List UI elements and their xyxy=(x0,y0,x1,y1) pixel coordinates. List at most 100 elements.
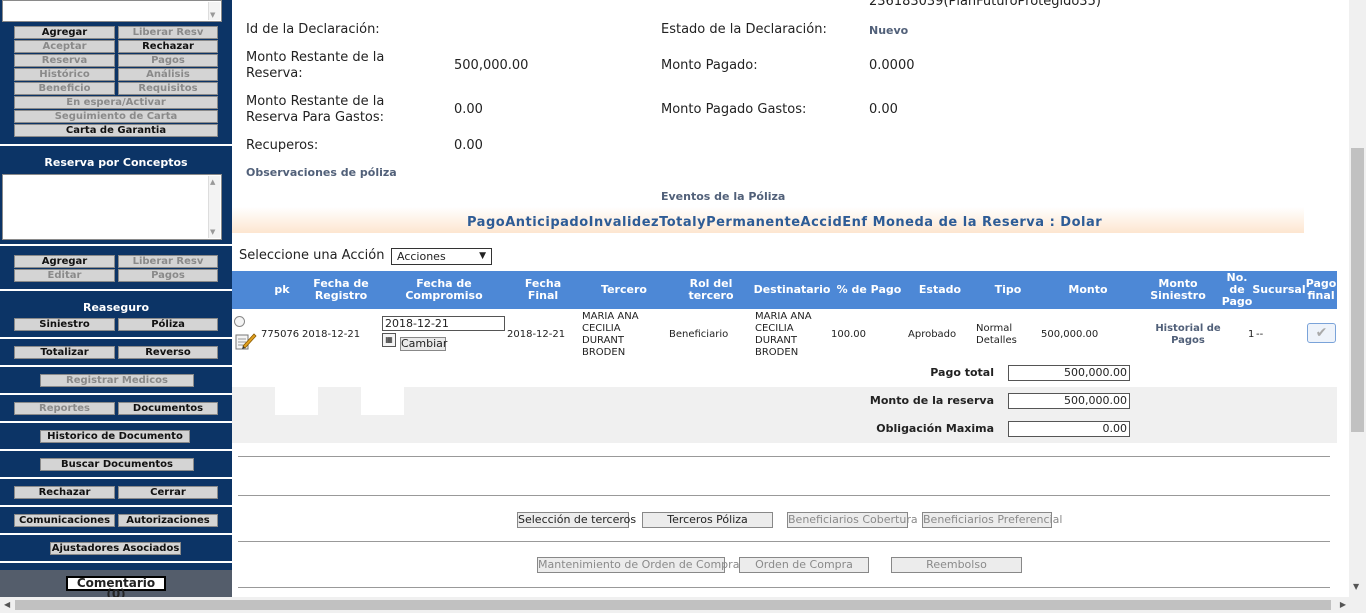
divider xyxy=(238,456,1330,457)
monto-reserva-input[interactable]: 500,000.00 xyxy=(1008,393,1130,409)
scroll-down-icon[interactable]: ▼ xyxy=(210,11,215,19)
reserva-editar-button[interactable]: Editar xyxy=(14,269,115,282)
pago-total-input[interactable]: 500,000.00 xyxy=(1008,365,1130,381)
reserva-agregar-button[interactable]: Agregar xyxy=(14,255,115,268)
row-gap xyxy=(275,387,318,415)
autorizaciones-button[interactable]: Autorizaciones xyxy=(118,514,218,527)
scroll-up-icon[interactable]: ▲ xyxy=(210,178,215,186)
estado-declaracion-label: Estado de la Declaración: xyxy=(661,22,827,37)
th-rol-tercero: Rol del tercero xyxy=(688,277,734,302)
beneficiarios-cobertura-button[interactable]: Beneficiarios Cobertura xyxy=(787,512,918,528)
divider xyxy=(238,541,1330,542)
seguimiento-carta-button[interactable]: Seguimiento de Carta xyxy=(14,110,218,123)
reserva-button[interactable]: Reserva xyxy=(14,54,115,67)
mantenimiento-orden-compra-button[interactable]: Mantenimiento de Orden de Compra xyxy=(537,557,739,573)
en-espera-button[interactable]: En espera/Activar xyxy=(14,96,218,109)
analisis-button[interactable]: Análisis xyxy=(118,68,218,81)
documentos-button[interactable]: Documentos xyxy=(118,402,218,415)
aceptar-button[interactable]: Aceptar xyxy=(14,40,115,53)
cell-estado: Aprobado xyxy=(908,329,957,340)
reserva-pagos-button[interactable]: Pagos xyxy=(118,269,218,282)
totals-row-bg xyxy=(232,415,1337,443)
cambiar-button[interactable]: Cambiar xyxy=(400,337,447,351)
reserva-liberar-button[interactable]: Liberar Resv xyxy=(118,255,218,268)
fecha-compromiso-input[interactable]: 2018-12-21 xyxy=(382,316,505,331)
pago-final-check-button[interactable]: ✔ xyxy=(1307,323,1336,343)
sidebar-divider xyxy=(0,421,232,423)
beneficiarios-preferencial-button[interactable]: Beneficiarios Preferencial xyxy=(922,512,1062,528)
scroll-left-icon[interactable]: ◀ xyxy=(4,600,10,609)
reportes-button[interactable]: Reportes xyxy=(14,402,115,415)
totalizar-button[interactable]: Totalizar xyxy=(14,346,115,359)
carta-garantia-button[interactable]: Carta de Garantia xyxy=(14,124,218,137)
ajustadores-asociados-button[interactable]: Ajustadores Asociados xyxy=(50,542,181,555)
sidebar-divider xyxy=(0,477,232,479)
scroll-down-icon[interactable]: ▼ xyxy=(210,228,215,236)
obligacion-maxima-input[interactable]: 0.00 xyxy=(1008,421,1130,437)
seleccion-terceros-button[interactable]: Selección de terceros xyxy=(517,512,636,528)
historico-button[interactable]: Histórico xyxy=(14,68,115,81)
row-select-radio[interactable] xyxy=(234,316,245,327)
th-monto: Monto xyxy=(1068,283,1108,296)
th-tipo: Tipo xyxy=(994,283,1022,296)
liberar-resv-button[interactable]: Liberar Resv xyxy=(118,26,218,39)
monto-pagado-gastos-label: Monto Pagado Gastos: xyxy=(661,102,807,117)
edit-icon[interactable] xyxy=(235,331,257,351)
th-fecha-compromiso: Fecha de Compromiso xyxy=(405,277,483,302)
monto-pagado-label: Monto Pagado: xyxy=(661,58,758,73)
orden-compra-button[interactable]: Orden de Compra xyxy=(739,557,869,573)
reserva-conceptos-title: Reserva por Conceptos xyxy=(44,156,188,169)
cell-fecha-registro: 2018-12-21 xyxy=(302,329,361,340)
monto-pagado-gastos-value: 0.00 xyxy=(869,102,898,117)
rechazar-button[interactable]: Rechazar xyxy=(118,40,218,53)
terceros-poliza-button[interactable]: Terceros Póliza xyxy=(642,512,773,528)
reserva-conceptos-textarea[interactable]: ▲ ▼ xyxy=(2,174,222,240)
cell-tipo: Normal xyxy=(976,323,1013,334)
scroll-down-icon[interactable]: ▼ xyxy=(1353,582,1359,591)
policy-number-text: 236183039(PlanFuturoProtegido35) xyxy=(869,0,1101,9)
siniestro-button[interactable]: Siniestro xyxy=(14,318,115,331)
registrar-medicos-button[interactable]: Registrar Medicos xyxy=(40,374,194,387)
beneficio-button[interactable]: Beneficio xyxy=(14,82,115,95)
vertical-scroll-thumb[interactable] xyxy=(1351,148,1364,432)
sidebar: ▼ Agregar Liberar Resv Aceptar Rechazar … xyxy=(0,0,232,597)
requisitos-button[interactable]: Requisitos xyxy=(118,82,218,95)
buscar-documentos-button[interactable]: Buscar Documentos xyxy=(40,458,194,471)
sidebar-divider xyxy=(0,449,232,451)
monto-restante-gastos-value: 0.00 xyxy=(454,102,483,117)
accion-label: Seleccione una Acción xyxy=(239,248,385,263)
observaciones-label: Observaciones de póliza xyxy=(246,166,397,179)
eventos-label: Eventos de la Póliza xyxy=(661,190,786,203)
historico-documento-button[interactable]: Historico de Documento xyxy=(40,430,190,443)
reverso-button[interactable]: Reverso xyxy=(118,346,218,359)
sidebar-divider xyxy=(0,144,232,146)
poliza-button[interactable]: Póliza xyxy=(118,318,218,331)
pagos-button[interactable]: Pagos xyxy=(118,54,218,67)
divider xyxy=(238,495,1330,496)
detalles-link[interactable]: Detalles xyxy=(976,335,1017,347)
cell-destinatario: MARIA ANA CECILIA DURANT BRODEN xyxy=(755,311,812,358)
reembolso-button[interactable]: Reembolso xyxy=(891,557,1022,573)
historial-pagos-link[interactable]: Historial de Pagos xyxy=(1148,323,1228,347)
calendar-icon[interactable]: ▦ xyxy=(382,333,396,347)
comentario-button[interactable]: Comentario (0) xyxy=(66,576,166,597)
scroll-right-icon[interactable]: ▶ xyxy=(1340,600,1346,609)
th-pct-pago: % de Pago xyxy=(836,283,902,296)
textarea-scrollbar[interactable]: ▼ xyxy=(208,2,220,20)
sidebar-top-textarea[interactable]: ▼ xyxy=(2,0,222,22)
vertical-scrollbar[interactable]: ▼ xyxy=(1349,0,1366,597)
monto-restante-reserva-value: 500,000.00 xyxy=(454,58,529,73)
th-destinatario: Destinatario xyxy=(753,283,831,296)
agregar-button[interactable]: Agregar xyxy=(14,26,115,39)
divider xyxy=(238,587,1330,588)
horizontal-scroll-thumb[interactable] xyxy=(15,600,1331,610)
comunicaciones-button[interactable]: Comunicaciones xyxy=(14,514,115,527)
row-gap xyxy=(361,387,404,415)
textarea-scrollbar[interactable]: ▲ ▼ xyxy=(208,176,220,238)
reserva-banner-text: PagoAnticipadoInvalidezTotalyPermanenteA… xyxy=(467,215,1103,230)
th-sucursal: Sucursal xyxy=(1252,283,1306,296)
rechazar-siniestro-button[interactable]: Rechazar xyxy=(14,486,115,499)
accion-select[interactable]: Acciones ▼ xyxy=(391,248,492,265)
horizontal-scrollbar[interactable]: ◀ ▶ xyxy=(0,597,1366,613)
cerrar-button[interactable]: Cerrar xyxy=(118,486,218,499)
